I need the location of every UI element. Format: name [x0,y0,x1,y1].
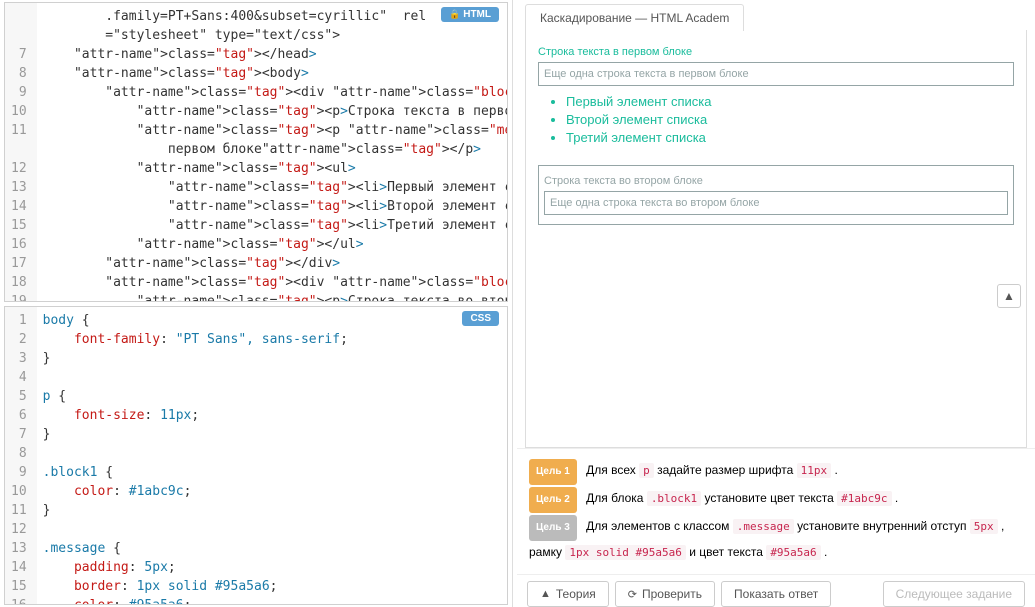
css-badge: CSS [462,311,499,326]
css-code[interactable]: body { font-family: "PT Sans", sans-seri… [37,307,507,604]
html-badge: 🔒HTML [441,7,499,22]
goal-badge-1: Цель 1 [529,459,577,485]
block2-text: Строка текста во втором блоке [544,175,1008,187]
refresh-icon: ⟳ [628,588,637,601]
bottom-toolbar: ▲Теория ⟳Проверить Показать ответ Следую… [517,574,1035,607]
list: Первый элемент списка Второй элемент спи… [566,94,1014,145]
goal-2: Цель 2 Для блока .block1 установите цвет… [529,487,1023,513]
triangle-icon: ▲ [540,588,551,600]
css-editor[interactable]: 1234567891011121314151617 body { font-fa… [5,307,507,604]
preview-tab[interactable]: Каскадирование — HTML Academ [525,4,744,31]
css-editor-pane: CSS 1234567891011121314151617 body { fon… [4,306,508,605]
html-code[interactable]: .family=PT+Sans:400&subset=cyrillic" rel… [37,3,507,301]
block2: Строка текста во втором блоке Еще одна с… [538,165,1014,225]
preview-body: Строка текста в первом блоке Еще одна ст… [525,30,1027,448]
goal-3: Цель 3 Для элементов с классом .message … [529,515,1023,564]
css-gutter: 1234567891011121314151617 [5,307,37,604]
lock-icon: 🔒 [449,9,460,19]
html-editor[interactable]: 789101112131415161718192021 .family=PT+S… [5,3,507,301]
goal-1: Цель 1 Для всех p задайте размер шрифта … [529,459,1023,485]
list-item: Второй элемент списка [566,112,1014,127]
block1: Строка текста в первом блоке Еще одна ст… [538,46,1014,145]
block1-message: Еще одна строка текста в первом блоке [538,62,1014,86]
goal-badge-2: Цель 2 [529,487,577,513]
html-gutter: 789101112131415161718192021 [5,3,37,301]
check-button[interactable]: ⟳Проверить [615,581,715,607]
preview-pane: Каскадирование — HTML Academ Строка текс… [517,0,1035,448]
block1-text: Строка текста в первом блоке [538,46,1014,58]
show-answer-button[interactable]: Показать ответ [721,581,831,607]
list-item: Первый элемент списка [566,94,1014,109]
goal-badge-3: Цель 3 [529,515,577,541]
scroll-up-button[interactable]: ▲ [997,284,1021,308]
html-editor-pane: 🔒HTML 789101112131415161718192021 .famil… [4,2,508,302]
theory-button[interactable]: ▲Теория [527,581,609,607]
list-item: Третий элемент списка [566,130,1014,145]
block2-message: Еще одна строка текста во втором блоке [544,191,1008,215]
goals-panel: Цель 1 Для всех p задайте размер шрифта … [517,448,1035,574]
next-task-button[interactable]: Следующее задание [883,581,1025,607]
